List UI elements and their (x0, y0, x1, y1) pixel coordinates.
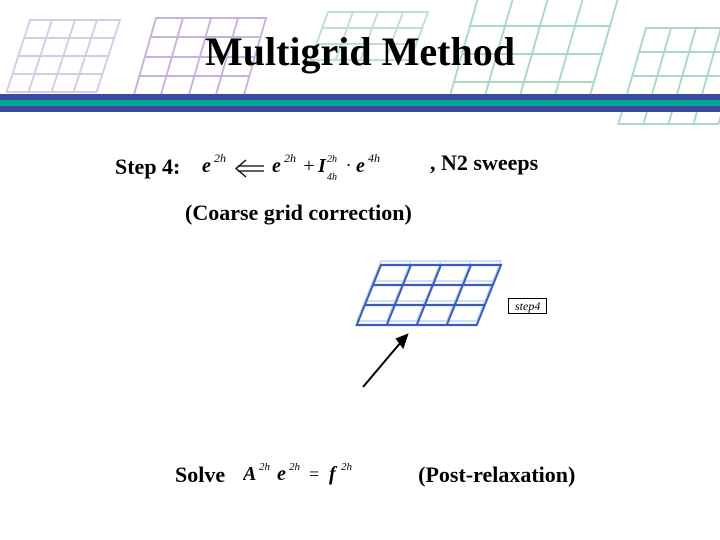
svg-text:A: A (243, 463, 256, 485)
svg-text:2h: 2h (214, 151, 226, 165)
svg-text:4h: 4h (327, 172, 337, 183)
svg-text:+: + (302, 155, 316, 177)
slide-title: Multigrid Method (0, 28, 720, 75)
step-suffix: , N2 sweeps (430, 150, 538, 176)
svg-text:2h: 2h (284, 151, 296, 165)
diagram-step-label: step4 (508, 298, 547, 314)
svg-text:=: = (309, 464, 319, 484)
step-subtitle: (Coarse grid correction) (185, 200, 412, 226)
step-line: Step 4: e 2h e 2h + I 2h (115, 150, 422, 184)
slide: Multigrid Method Step 4: e 2h e 2h + (0, 0, 720, 540)
bottom-equation: A 2h e 2h = f 2h (243, 460, 393, 490)
solve-label: Solve (175, 462, 225, 488)
svg-text:e: e (356, 155, 365, 177)
svg-text:e: e (277, 463, 286, 485)
svg-text:I: I (317, 155, 327, 177)
svg-text:2h: 2h (327, 154, 337, 165)
svg-text:f: f (329, 463, 338, 485)
svg-text:·: · (346, 155, 351, 175)
svg-text:2h: 2h (259, 461, 271, 473)
svg-text:e: e (202, 155, 211, 177)
step-label: Step 4: (115, 154, 180, 179)
svg-text:e: e (272, 155, 281, 177)
title-accent-bar (0, 94, 720, 112)
bottom-line: Solve A 2h e 2h = f 2h (Post-relaxation) (175, 460, 655, 490)
svg-text:4h: 4h (368, 151, 380, 165)
post-relaxation-label: (Post-relaxation) (418, 462, 575, 488)
svg-text:2h: 2h (289, 461, 301, 473)
diagram (345, 255, 605, 395)
step-formula: e 2h e 2h + I 2h 4h · e 4h (186, 154, 423, 179)
svg-text:2h: 2h (341, 461, 353, 473)
